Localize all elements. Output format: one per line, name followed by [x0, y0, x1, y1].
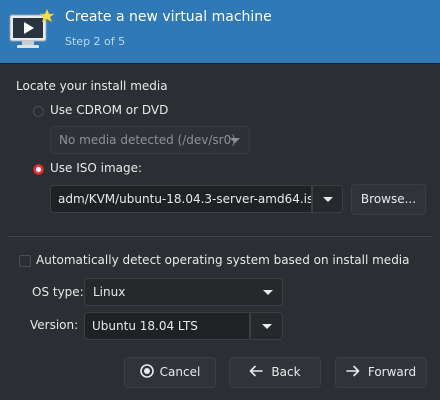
section-separator — [8, 236, 432, 237]
chevron-down-icon — [323, 197, 333, 202]
os-type-select[interactable]: Linux — [84, 278, 283, 306]
browse-button[interactable]: Browse... — [351, 184, 426, 215]
cancel-icon — [139, 364, 154, 378]
cancel-button-label: Cancel — [159, 365, 201, 379]
forward-button[interactable]: Forward — [335, 357, 427, 388]
version-input[interactable]: Ubuntu 18.04 LTS — [84, 312, 250, 340]
cdrom-radio-label[interactable]: Use CDROM or DVD — [50, 103, 168, 117]
chevron-down-icon — [263, 290, 273, 295]
os-type-label: OS type: — [32, 285, 84, 299]
cdrom-radio[interactable] — [33, 106, 44, 117]
auto-detect-os-checkbox[interactable] — [19, 255, 31, 267]
cdrom-media-combo-value: No media detected (/dev/sr0) — [59, 133, 236, 147]
chevron-down-icon — [230, 138, 240, 143]
cancel-button[interactable]: Cancel — [124, 357, 216, 388]
header-divider — [0, 63, 440, 64]
arrow-right-icon — [346, 365, 360, 377]
iso-radio[interactable] — [33, 164, 44, 175]
wizard-title: Create a new virtual machine — [65, 9, 272, 25]
forward-button-label: Forward — [367, 365, 417, 379]
virtual-machine-monitor-icon — [9, 8, 55, 48]
back-button[interactable]: Back — [229, 357, 321, 388]
arrow-left-icon — [250, 365, 264, 377]
cdrom-media-combo: No media detected (/dev/sr0) — [50, 126, 250, 154]
version-label: Version: — [30, 318, 79, 332]
chevron-down-icon — [262, 324, 272, 329]
iso-radio-label[interactable]: Use ISO image: — [50, 161, 142, 175]
install-media-section-label: Locate your install media — [16, 79, 168, 93]
back-button-label: Back — [271, 365, 301, 379]
version-dropdown[interactable] — [250, 312, 283, 340]
iso-history-dropdown[interactable] — [312, 185, 343, 213]
iso-path-input[interactable]: adm/KVM/ubuntu-18.04.3-server-amd64.iso — [50, 185, 312, 213]
wizard-step-indicator: Step 2 of 5 — [65, 35, 126, 48]
os-type-select-value: Linux — [93, 285, 126, 299]
wizard-header: Create a new virtual machine Step 2 of 5 — [0, 0, 440, 63]
auto-detect-os-label[interactable]: Automatically detect operating system ba… — [36, 253, 410, 267]
